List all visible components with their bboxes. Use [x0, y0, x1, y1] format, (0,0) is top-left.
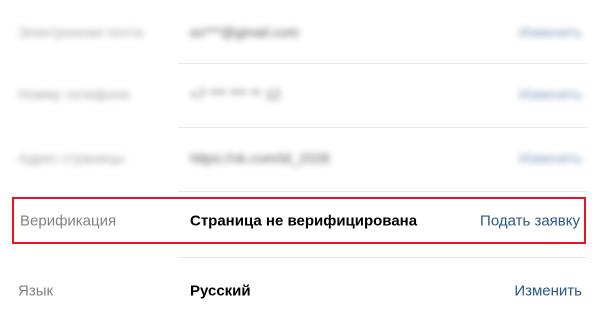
- address-value: https://vk.com/id_2026: [190, 150, 331, 166]
- phone-value: +7 *** *** ** 12: [190, 86, 281, 102]
- language-value: Русский: [190, 282, 251, 300]
- settings-row-language: Язык Русский Изменить: [12, 259, 588, 317]
- divider: [178, 257, 588, 258]
- phone-label: Номер телефона: [18, 86, 130, 102]
- apply-verification-link[interactable]: Подать заявку: [480, 212, 580, 229]
- settings-row-email: Электронная почта ex***@gmail.com Измени…: [12, 0, 588, 64]
- settings-row-address: Адрес страницы https://vk.com/id_2026 Из…: [12, 126, 588, 190]
- email-value: ex***@gmail.com: [190, 24, 300, 40]
- change-email-link[interactable]: Изменить: [519, 24, 582, 40]
- address-label: Адрес страницы: [18, 150, 125, 166]
- change-language-link[interactable]: Изменить: [514, 283, 582, 300]
- settings-panel: Электронная почта ex***@gmail.com Измени…: [0, 0, 600, 317]
- settings-row-phone: Номер телефона +7 *** *** ** 12 Изменить: [12, 62, 588, 126]
- change-address-link[interactable]: Изменить: [519, 150, 582, 166]
- change-phone-link[interactable]: Изменить: [519, 86, 582, 102]
- verification-status: Страница не верифицирована: [190, 212, 418, 229]
- email-label: Электронная почта: [18, 24, 143, 40]
- language-label: Язык: [18, 282, 54, 300]
- divider: [178, 191, 588, 192]
- settings-row-verification: Верификация Страница не верифицирована П…: [12, 197, 586, 244]
- verification-label: Верификация: [20, 212, 117, 229]
